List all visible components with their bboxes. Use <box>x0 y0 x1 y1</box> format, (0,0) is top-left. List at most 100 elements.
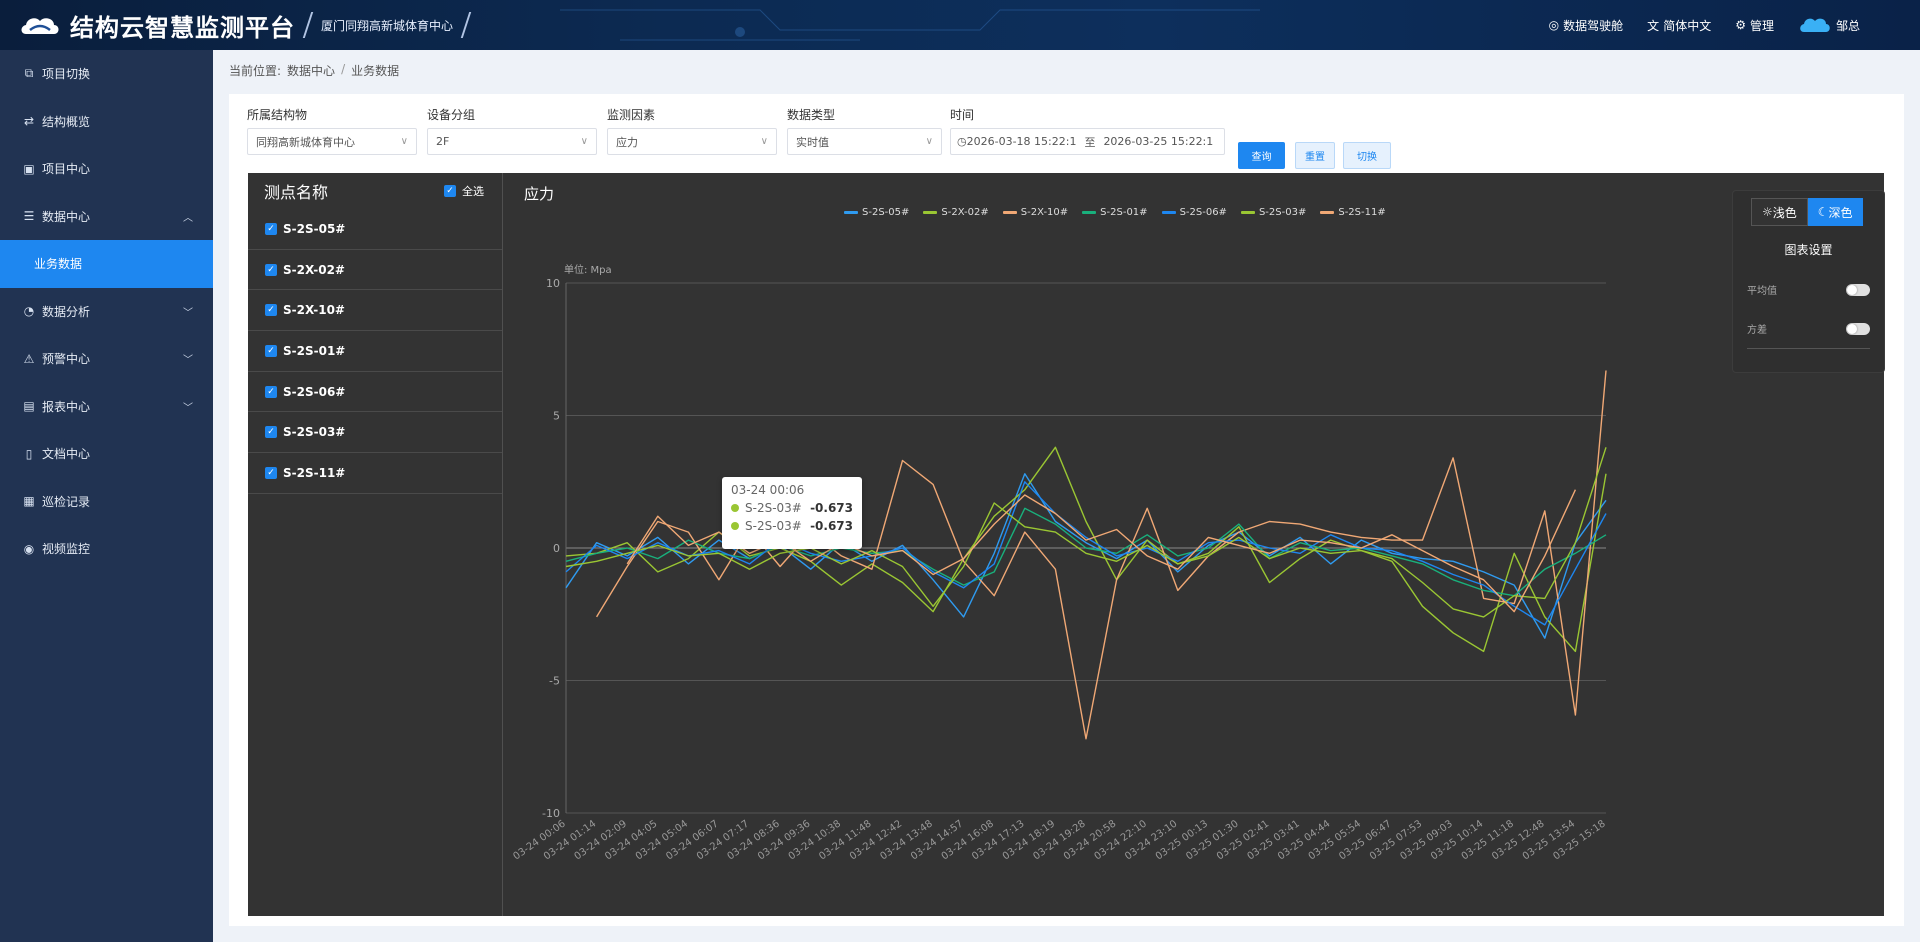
factor-select[interactable]: 应力 ∨ <box>607 128 777 155</box>
group-label: 设备分组 <box>427 108 476 122</box>
camera-icon: ◉ <box>23 541 35 556</box>
checkbox-checked-icon: ✓ <box>265 222 277 235</box>
breadcrumb-prefix: 当前位置: <box>229 64 282 78</box>
switch-button[interactable]: 切换 <box>1343 142 1391 169</box>
point-name: S-2X-02# <box>283 262 345 277</box>
gear-icon: ⚙ <box>1735 18 1746 32</box>
structure-value: 同翔高新城体育中心 <box>256 135 355 149</box>
point-row[interactable]: ✓ S-2S-03# <box>248 412 502 454</box>
avg-toggle[interactable] <box>1846 283 1870 296</box>
structure-filter: 所属结构物 同翔高新城体育中心 ∨ <box>247 106 417 155</box>
sidebar-item-document-center[interactable]: ▯ 文档中心 <box>0 430 213 478</box>
admin-label: 管理 <box>1749 18 1774 33</box>
app-logo[interactable]: 结构云智慧监测平台 <box>0 0 295 50</box>
structure-icon: ⇄ <box>23 114 35 129</box>
point-row[interactable]: ✓ S-2S-11# <box>248 453 502 494</box>
y-tick-label: -10 <box>542 807 560 820</box>
breadcrumb: 当前位置: 数据中心 / 业务数据 <box>229 62 399 79</box>
sidebar-item-data-analysis[interactable]: ◔ 数据分析 ﹀ <box>0 288 213 336</box>
sidebar-item-label: 结构概览 <box>42 114 91 129</box>
sidebar-item-label: 数据分析 <box>42 304 91 319</box>
language-label: 简体中文 <box>1663 18 1712 33</box>
cockpit-link[interactable]: ◎ 数据驾驶舱 <box>1549 17 1624 34</box>
variance-toggle[interactable] <box>1846 322 1870 335</box>
point-name: S-2X-10# <box>283 303 345 318</box>
datatype-filter: 数据类型 实时值 ∨ <box>787 106 942 155</box>
date-end[interactable]: 2026-03-25 15:22:1 <box>1103 135 1213 148</box>
header-decoration <box>560 9 1260 41</box>
sidebar-item-business-data[interactable]: 业务数据 <box>0 240 213 288</box>
point-row[interactable]: ✓ S-2S-05# <box>248 209 502 250</box>
query-button[interactable]: 查询 <box>1238 142 1285 169</box>
point-row[interactable]: ✓ S-2S-01# <box>248 331 502 372</box>
project-icon: ▣ <box>23 161 35 176</box>
datatype-select[interactable]: 实时值 ∨ <box>787 128 942 155</box>
sidebar-item-label: 数据中心 <box>42 209 91 224</box>
sidebar-item-label: 预警中心 <box>42 352 91 367</box>
structure-select[interactable]: 同翔高新城体育中心 ∨ <box>247 128 417 155</box>
datatype-label: 数据类型 <box>787 108 836 122</box>
sidebar-item-project-center[interactable]: ▣ 项目中心 <box>0 145 213 193</box>
chevron-up-icon: ︿ <box>183 212 193 224</box>
inspection-icon: ▦ <box>23 494 35 509</box>
main-panel: 所属结构物 同翔高新城体育中心 ∨ 设备分组 2F ∨ 监测因素 应力 ∨ 数据… <box>229 94 1904 926</box>
chart-settings-panel: ☼ 浅色 ☾ 深色 图表设置 平均值 方差 <box>1732 190 1885 373</box>
switch-icon: ⧉ <box>24 66 34 81</box>
point-row[interactable]: ✓ S-2S-06# <box>248 372 502 413</box>
project-name[interactable]: 厦门同翔高新城体育中心 <box>321 17 453 34</box>
breadcrumb-data-center[interactable]: 数据中心 <box>287 62 335 79</box>
sidebar-item-project-switch[interactable]: ⧉ 项目切换 <box>0 50 213 98</box>
select-all-checkbox[interactable]: ✓ 全选 <box>444 183 484 199</box>
report-icon: ▤ <box>23 399 35 414</box>
sidebar-item-structure-overview[interactable]: ⇄ 结构概览 <box>0 98 213 146</box>
checkbox-checked-icon: ✓ <box>265 426 277 439</box>
structure-label: 所属结构物 <box>247 108 308 122</box>
title-divider <box>302 12 314 38</box>
variance-label: 方差 <box>1747 325 1767 336</box>
point-name: S-2S-06# <box>283 384 346 399</box>
sidebar-item-data-center[interactable]: ☰ 数据中心 ︿ <box>0 193 213 241</box>
settings-title: 图表设置 <box>1784 243 1833 257</box>
factor-filter: 监测因素 应力 ∨ <box>607 106 777 155</box>
clock-icon: ◷ <box>957 135 967 148</box>
reset-button[interactable]: 重置 <box>1295 142 1335 169</box>
point-list-header: 测点名称 ✓ 全选 <box>248 173 502 209</box>
point-list-title: 测点名称 <box>264 183 329 202</box>
dark-theme-label: 深色 <box>1828 205 1853 220</box>
language-switch[interactable]: 文 简体中文 <box>1647 17 1711 34</box>
point-name: S-2S-05# <box>283 221 346 236</box>
date-start[interactable]: 2026-03-18 15:22:1 <box>967 135 1077 148</box>
time-label: 时间 <box>950 108 975 122</box>
light-theme-button[interactable]: ☼ 浅色 <box>1751 198 1808 226</box>
sidebar-item-alert-center[interactable]: ⚠ 预警中心 ﹀ <box>0 335 213 383</box>
dashboard-icon: ◎ <box>1548 18 1560 32</box>
chevron-down-icon: ﹀ <box>183 307 193 319</box>
checkbox-checked-icon: ✓ <box>265 263 277 276</box>
point-row[interactable]: ✓ S-2X-10# <box>248 290 502 332</box>
checkbox-checked-icon: ✓ <box>265 385 277 398</box>
series-dot <box>731 522 739 530</box>
chevron-down-icon: ﹀ <box>183 355 193 367</box>
y-tick-label: 10 <box>546 277 560 290</box>
user-menu[interactable]: 邹总 <box>1798 14 1860 36</box>
date-range-picker[interactable]: ◷ 2026-03-18 15:22:1 至 2026-03-25 15:22:… <box>950 128 1225 155</box>
sidebar-item-label: 项目中心 <box>42 162 91 177</box>
y-tick-label: 5 <box>553 410 560 423</box>
chart-tooltip: 03-24 00:06 S-2S-03# -0.673 S-2S-03# -0.… <box>722 477 862 549</box>
sidebar-item-inspection[interactable]: ▦ 巡检记录 <box>0 478 213 526</box>
avg-label: 平均值 <box>1747 286 1777 297</box>
settings-divider <box>1747 348 1870 349</box>
sidebar-item-report-center[interactable]: ▤ 报表中心 ﹀ <box>0 383 213 431</box>
dark-theme-button[interactable]: ☾ 深色 <box>1807 198 1863 226</box>
time-filter: 时间 ◷ 2026-03-18 15:22:1 至 2026-03-25 15:… <box>950 106 1230 155</box>
breadcrumb-separator: / <box>341 62 346 76</box>
chevron-down-icon: ∨ <box>925 136 933 147</box>
admin-link[interactable]: ⚙ 管理 <box>1735 17 1774 34</box>
cloud-logo-icon <box>21 18 59 34</box>
sidebar-item-video[interactable]: ◉ 视频监控 <box>0 525 213 573</box>
point-name: S-2S-03# <box>283 425 346 440</box>
chevron-down-icon: ∨ <box>580 136 588 147</box>
chart-area[interactable]: 应力 S-2S-05# S-2X-02# S-2X-10# S-2S-01# S-2S-… <box>504 173 1884 916</box>
group-select[interactable]: 2F ∨ <box>427 128 597 155</box>
point-row[interactable]: ✓ S-2X-02# <box>248 250 502 291</box>
